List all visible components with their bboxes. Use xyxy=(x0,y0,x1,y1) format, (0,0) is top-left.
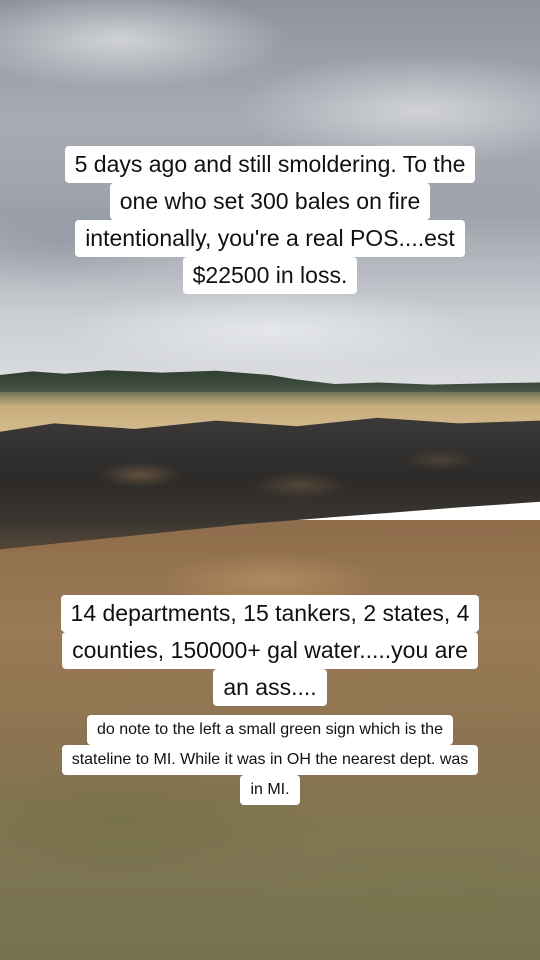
caption-bottom: do note to the left a small green sign w… xyxy=(0,715,540,805)
caption-line: do note to the left a small green sign w… xyxy=(87,715,453,745)
caption-line: 14 departments, 15 tankers, 2 states, 4 xyxy=(60,595,480,632)
caption-line: counties, 150000+ gal water.....you are xyxy=(62,632,478,669)
caption-line: in MI. xyxy=(240,775,300,805)
caption-line: $22500 in loss. xyxy=(182,257,358,294)
field-photo xyxy=(0,0,540,960)
caption-top: 5 days ago and still smoldering. To the … xyxy=(0,146,540,294)
caption-line: an ass.... xyxy=(213,669,327,706)
caption-middle: 14 departments, 15 tankers, 2 states, 4 … xyxy=(0,595,540,706)
caption-line: intentionally, you're a real POS....est xyxy=(75,220,465,257)
caption-line: stateline to MI. While it was in OH the … xyxy=(61,745,479,775)
caption-line: 5 days ago and still smoldering. To the xyxy=(64,146,476,183)
caption-line: one who set 300 bales on fire xyxy=(109,183,431,220)
